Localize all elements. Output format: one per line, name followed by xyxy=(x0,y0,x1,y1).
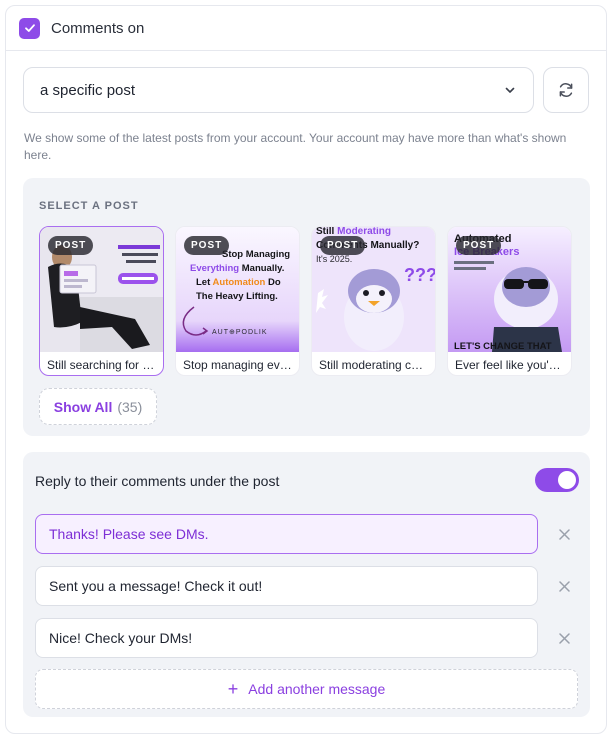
select-post-panel: SELECT A POST POST Still searching for t… xyxy=(23,178,590,436)
check-icon xyxy=(24,24,35,32)
post-thumbnail: Stop Managing Everything Manually. Let A… xyxy=(176,227,299,352)
thumb-line: Do xyxy=(265,277,281,288)
show-all-button[interactable]: Show All (35) xyxy=(39,388,157,425)
reply-panel: Reply to their comments under the post T… xyxy=(23,452,590,717)
post-caption: Still moderating comments manually? xyxy=(319,358,435,372)
post-caption: Stop managing everything manually xyxy=(183,358,299,372)
comments-on-checkbox[interactable] xyxy=(19,17,40,39)
post-list: POST Still searching for the right tool?… xyxy=(39,226,572,376)
thumb-line: Automation xyxy=(213,277,266,288)
remove-message-button[interactable] xyxy=(556,630,572,646)
thumb-line: Let xyxy=(196,277,213,288)
close-icon xyxy=(558,632,570,644)
post-filter-select[interactable]: a specific post xyxy=(23,67,534,113)
post-caption: Ever feel like you're missing out? xyxy=(455,358,571,372)
reply-message-input[interactable]: Thanks! Please see DMs. xyxy=(35,514,538,554)
reply-message-input[interactable]: Sent you a message! Check it out! xyxy=(35,566,538,606)
svg-text:Everything Manually.: Everything Manually. xyxy=(190,263,284,274)
comments-trigger-card: Comments on a specific post We show some… xyxy=(5,5,607,734)
post-card[interactable]: Automated Ice Breakers LET'S CHANGE THAT… xyxy=(447,226,572,376)
close-icon xyxy=(558,528,570,540)
toggle-knob xyxy=(558,471,576,489)
post-card[interactable]: Still Moderating Comments Manually? It's… xyxy=(311,226,436,376)
reply-message-input[interactable]: Nice! Check your DMs! xyxy=(35,618,538,658)
show-all-count: (35) xyxy=(117,398,143,415)
thumb-line: Manually. xyxy=(239,263,284,274)
helper-text: We show some of the latest posts from yo… xyxy=(24,131,567,162)
post-badge: POST xyxy=(456,236,502,255)
add-message-label: Add another message xyxy=(248,681,386,697)
remove-message-button[interactable] xyxy=(556,526,572,542)
reply-title: Reply to their comments under the post xyxy=(35,473,280,489)
thumb-logo: AUT⊕PODLIK xyxy=(212,329,268,336)
close-icon xyxy=(558,580,570,592)
post-badge: POST xyxy=(320,236,366,255)
refresh-button[interactable] xyxy=(543,67,589,113)
svg-text:Let Automation Do: Let Automation Do xyxy=(196,277,281,288)
add-message-button[interactable]: + Add another message xyxy=(35,669,578,709)
thumb-line: Everything xyxy=(190,263,239,274)
post-thumbnail: Still Moderating Comments Manually? It's… xyxy=(312,227,435,352)
card-header: Comments on xyxy=(6,6,606,51)
post-filter-row: a specific post xyxy=(23,67,589,113)
svg-text:???: ??? xyxy=(404,265,435,285)
thumb-line: The Heavy Lifting. xyxy=(196,291,278,302)
chevron-down-icon xyxy=(505,87,515,93)
show-all-label: Show All xyxy=(53,398,113,415)
post-card[interactable]: POST Still searching for the right tool? xyxy=(39,226,164,376)
thumb-line: It's 2025. xyxy=(316,254,352,264)
thumb-line: Stop Managing xyxy=(222,249,290,260)
header-label: Comments on xyxy=(51,19,145,37)
post-filter-value: a specific post xyxy=(40,81,136,99)
reply-toggle[interactable] xyxy=(535,468,579,492)
post-caption: Still searching for the right tool? xyxy=(47,358,163,372)
remove-message-button[interactable] xyxy=(556,578,572,594)
plus-icon: + xyxy=(227,679,239,699)
post-card[interactable]: Stop Managing Everything Manually. Let A… xyxy=(175,226,300,376)
post-badge: POST xyxy=(48,236,94,255)
thumb-line: LET'S CHANGE THAT xyxy=(454,341,552,352)
refresh-icon xyxy=(559,83,573,97)
select-post-title: SELECT A POST xyxy=(39,200,139,212)
post-thumbnail: POST xyxy=(40,227,163,352)
post-thumbnail: Automated Ice Breakers LET'S CHANGE THAT… xyxy=(448,227,571,352)
post-badge: POST xyxy=(184,236,230,255)
